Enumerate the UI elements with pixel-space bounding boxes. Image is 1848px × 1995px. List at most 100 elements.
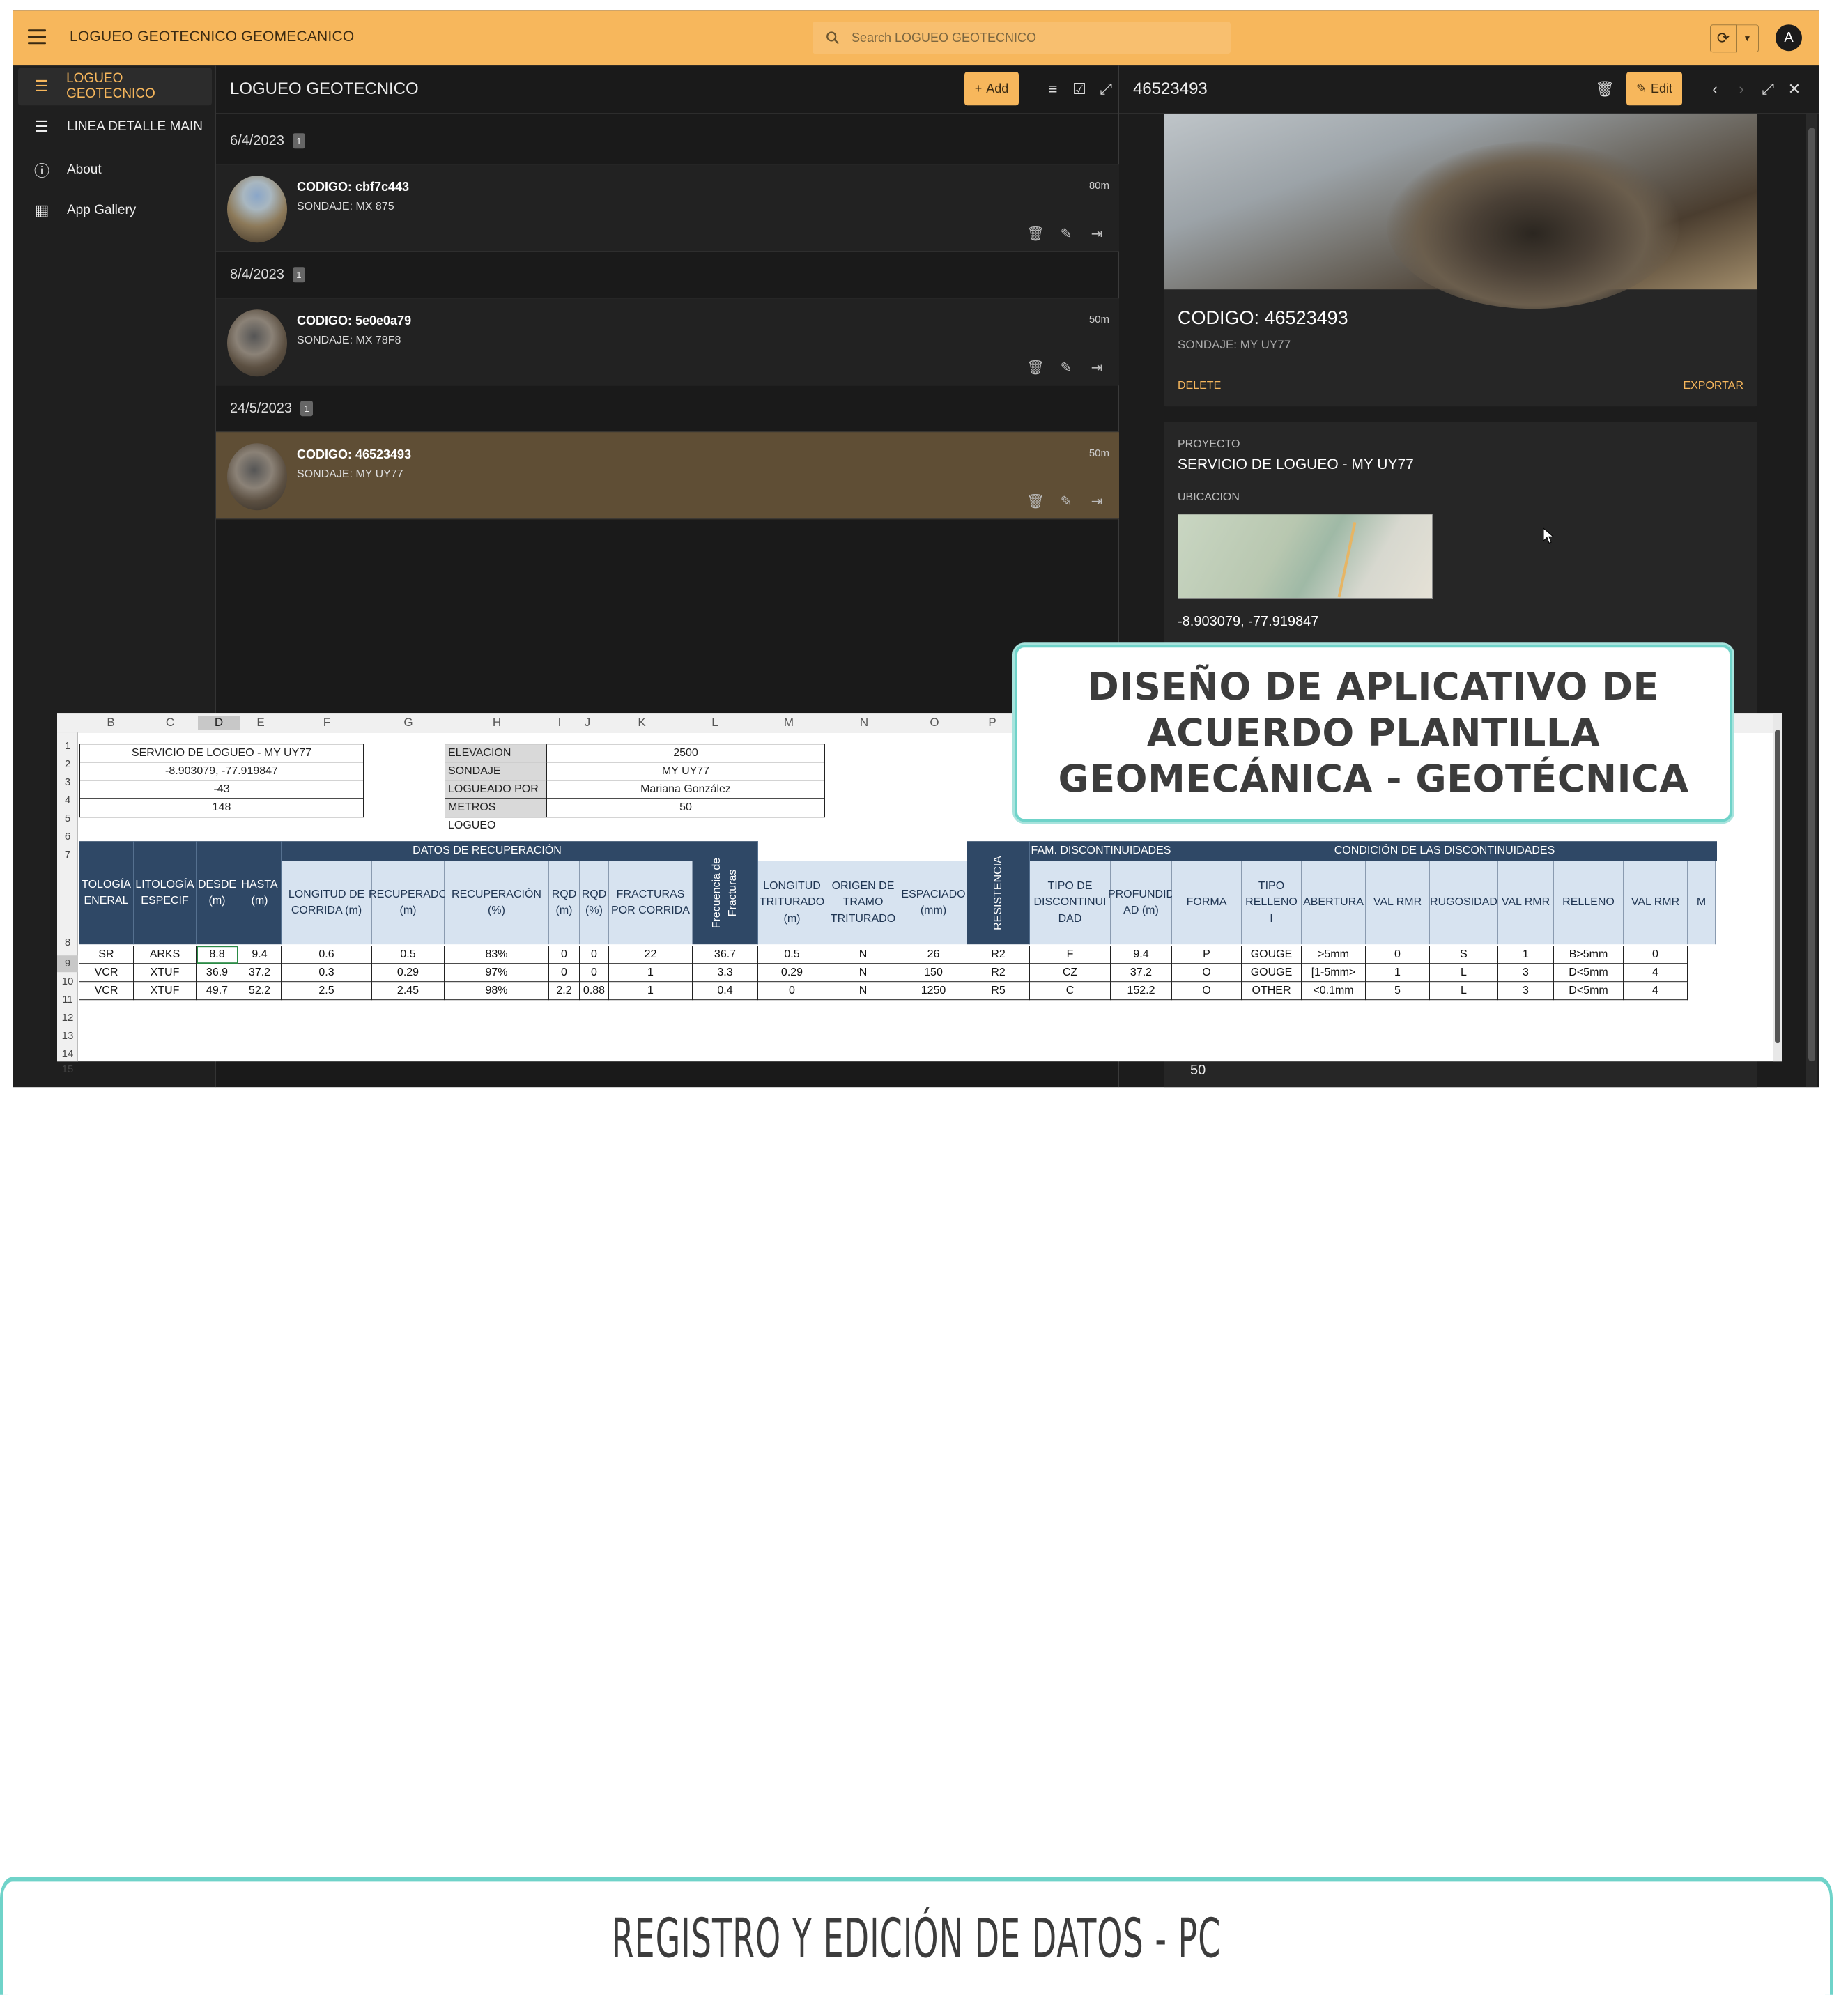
- table-cell[interactable]: 0.3: [282, 964, 372, 983]
- table-cell[interactable]: N: [826, 964, 900, 983]
- table-cell[interactable]: 1250: [900, 982, 967, 1001]
- close-icon[interactable]: ✕: [1785, 80, 1803, 98]
- table-cell[interactable]: 37.2: [238, 964, 282, 983]
- table-cell[interactable]: 2.2: [549, 982, 580, 1001]
- table-cell[interactable]: GOUGE: [1242, 964, 1302, 983]
- table-cell[interactable]: N: [826, 982, 900, 1001]
- chevron-down-icon[interactable]: ▼: [1737, 24, 1759, 53]
- table-cell[interactable]: 0: [758, 982, 826, 1001]
- sidebar-item-app-gallery[interactable]: ▦ App Gallery: [18, 192, 212, 229]
- table-cell[interactable]: 4: [1624, 982, 1688, 1001]
- row-number-12[interactable]: 12: [57, 1010, 78, 1026]
- table-cell[interactable]: 9.4: [1111, 946, 1172, 964]
- expand-icon[interactable]: ⤢: [1759, 80, 1777, 98]
- table-cell[interactable]: GOUGE: [1242, 946, 1302, 964]
- row-number-3[interactable]: 3: [57, 774, 78, 791]
- table-cell[interactable]: P: [1172, 946, 1242, 964]
- table-cell[interactable]: 0.5: [372, 946, 445, 964]
- table-cell[interactable]: VCR: [79, 964, 134, 983]
- column-letter-N[interactable]: N: [826, 716, 902, 730]
- record-card[interactable]: CODIGO: 5e0e0a79 SONDAJE: MX 78F8 50m 🗑 …: [216, 298, 1119, 386]
- table-cell[interactable]: O: [1172, 964, 1242, 983]
- column-letter-J[interactable]: J: [570, 716, 605, 730]
- table-cell[interactable]: >5mm: [1302, 946, 1366, 964]
- table-cell[interactable]: 3.3: [693, 964, 758, 983]
- chevron-left-icon[interactable]: ‹: [1706, 80, 1724, 98]
- sidebar-item-about[interactable]: ⓘ About: [18, 151, 212, 189]
- edit-button[interactable]: ✎ Edit: [1626, 72, 1682, 106]
- trash-icon[interactable]: 🗑: [1026, 224, 1044, 242]
- column-letter-L[interactable]: L: [679, 716, 751, 730]
- row-number-2[interactable]: 2: [57, 756, 78, 773]
- table-cell[interactable]: XTUF: [134, 982, 197, 1001]
- column-letter-C[interactable]: C: [142, 716, 198, 730]
- table-cell[interactable]: VCR: [79, 982, 134, 1001]
- table-cell[interactable]: <0.1mm: [1302, 982, 1366, 1001]
- table-cell[interactable]: B>5mm: [1554, 946, 1624, 964]
- table-cell[interactable]: 2.5: [282, 982, 372, 1001]
- expand-icon[interactable]: ⤢: [1097, 80, 1115, 98]
- table-cell[interactable]: 98%: [445, 982, 549, 1001]
- delete-link[interactable]: DELETE: [1178, 380, 1221, 392]
- trash-icon[interactable]: 🗑: [1595, 80, 1615, 98]
- table-cell[interactable]: 36.9: [197, 964, 238, 983]
- table-cell[interactable]: 1: [609, 982, 693, 1001]
- row-number-1[interactable]: 1: [57, 738, 78, 755]
- table-cell[interactable]: 9.4: [238, 946, 282, 964]
- sheet-scrollbar[interactable]: [1773, 713, 1782, 1062]
- table-cell[interactable]: 2.45: [372, 982, 445, 1001]
- search-box[interactable]: [813, 22, 1231, 54]
- table-cell[interactable]: 1: [1366, 964, 1430, 983]
- export-link[interactable]: EXPORTAR: [1683, 380, 1743, 392]
- table-cell[interactable]: SR: [79, 946, 134, 964]
- column-letter-E[interactable]: E: [240, 716, 282, 730]
- column-letter-P[interactable]: P: [967, 716, 1017, 730]
- table-cell[interactable]: 1: [609, 964, 693, 983]
- table-cell[interactable]: L: [1430, 982, 1498, 1001]
- table-cell[interactable]: 0: [1624, 946, 1688, 964]
- row-number-4[interactable]: 4: [57, 792, 78, 809]
- edit-icon[interactable]: ✎: [1058, 224, 1075, 242]
- table-cell[interactable]: OTHER: [1242, 982, 1302, 1001]
- table-cell[interactable]: C: [1030, 982, 1111, 1001]
- row-number-5[interactable]: 5: [57, 810, 78, 827]
- table-cell[interactable]: 3: [1498, 982, 1554, 1001]
- sidebar-item-linea-detalle-main[interactable]: ☰ LINEA DETALLE MAIN: [18, 108, 212, 146]
- row-number-11[interactable]: 11: [57, 992, 78, 1008]
- table-cell[interactable]: D<5mm: [1554, 964, 1624, 983]
- row-number-15[interactable]: 15: [57, 1061, 78, 1078]
- location-map[interactable]: [1178, 514, 1433, 599]
- row-number-7[interactable]: 7: [57, 847, 78, 863]
- table-cell[interactable]: 8.8: [197, 946, 238, 964]
- table-cell[interactable]: [1-5mm>: [1302, 964, 1366, 983]
- table-cell[interactable]: 3: [1498, 964, 1554, 983]
- edit-icon[interactable]: ✎: [1058, 492, 1075, 510]
- table-cell[interactable]: 0.29: [758, 964, 826, 983]
- table-cell[interactable]: 22: [609, 946, 693, 964]
- column-letter-I[interactable]: I: [549, 716, 570, 730]
- table-cell[interactable]: 150: [900, 964, 967, 983]
- table-cell[interactable]: 49.7: [197, 982, 238, 1001]
- export-icon[interactable]: ⇥: [1088, 492, 1105, 510]
- table-cell[interactable]: 1: [1498, 946, 1554, 964]
- column-letter-F[interactable]: F: [282, 716, 372, 730]
- table-cell[interactable]: 97%: [445, 964, 549, 983]
- chevron-right-icon[interactable]: ›: [1732, 80, 1750, 98]
- row-number-9[interactable]: 9: [57, 955, 78, 973]
- table-cell[interactable]: 0: [580, 964, 609, 983]
- table-cell[interactable]: 26: [900, 946, 967, 964]
- edit-icon[interactable]: ✎: [1058, 358, 1075, 376]
- trash-icon[interactable]: 🗑: [1026, 492, 1044, 510]
- table-cell[interactable]: 36.7: [693, 946, 758, 964]
- table-cell[interactable]: 4: [1624, 964, 1688, 983]
- column-letter-H[interactable]: H: [445, 716, 549, 730]
- table-cell[interactable]: ARKS: [134, 946, 197, 964]
- record-card[interactable]: CODIGO: cbf7c443 SONDAJE: MX 875 80m 🗑 ✎…: [216, 164, 1119, 252]
- row-number-14[interactable]: 14: [57, 1046, 78, 1063]
- sync-icon[interactable]: ⟳: [1710, 24, 1737, 53]
- table-cell[interactable]: XTUF: [134, 964, 197, 983]
- table-cell[interactable]: 37.2: [1111, 964, 1172, 983]
- filter-icon[interactable]: ≡: [1044, 80, 1062, 98]
- row-number-13[interactable]: 13: [57, 1028, 78, 1045]
- detail-scrollbar[interactable]: [1806, 114, 1817, 1088]
